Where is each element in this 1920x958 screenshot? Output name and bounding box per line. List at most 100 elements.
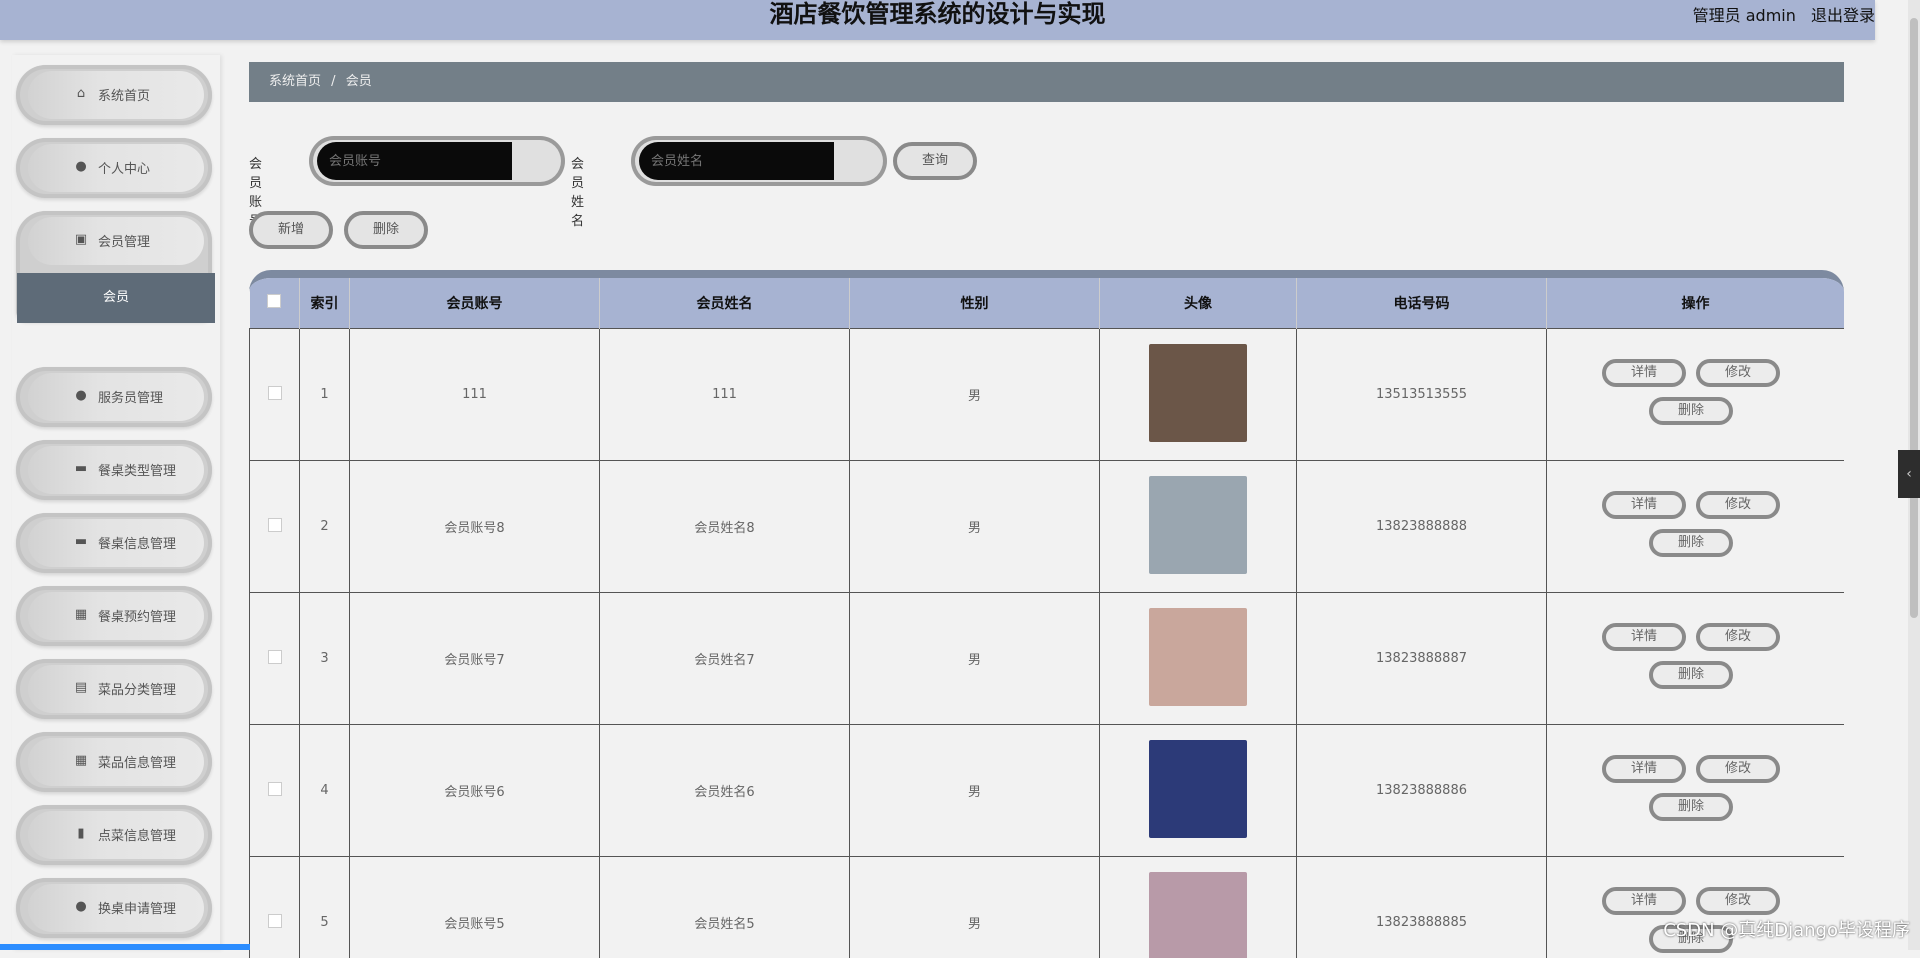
user-area: 管理员 admin 退出登录 (1683, 2, 1875, 26)
cell-phone: 13823888885 (1297, 857, 1547, 958)
detail-button[interactable]: 详情 (1602, 359, 1686, 387)
collapse-tab-icon[interactable]: ‹ (1898, 450, 1920, 498)
col-avatar: 头像 (1100, 278, 1297, 329)
cell-name: 会员姓名5 (600, 857, 850, 958)
sidebar-item-1[interactable]: ●个人中心 (16, 138, 212, 198)
sidebar-item-label: 换桌申请管理 (98, 898, 176, 917)
delete-button[interactable]: 删除 (344, 211, 428, 249)
cell-account: 会员账号5 (350, 857, 600, 958)
col-name: 会员姓名 (600, 278, 850, 329)
select-all-cell[interactable] (250, 278, 300, 329)
row-checkbox[interactable] (268, 650, 282, 664)
cell-actions: 详情修改删除 (1547, 461, 1845, 593)
row-checkbox[interactable] (268, 386, 282, 400)
sidebar-item-5[interactable]: ▬餐桌信息管理 (16, 513, 212, 573)
cell-avatar (1100, 725, 1297, 857)
row-checkbox[interactable] (268, 914, 282, 928)
cell-account: 会员账号8 (350, 461, 600, 593)
cell-index: 2 (300, 461, 350, 593)
sidebar-item-8[interactable]: ▦菜品信息管理 (16, 732, 212, 792)
scrollbar-thumb[interactable] (1910, 18, 1918, 618)
sidebar-item-3[interactable]: ● 服务员管理 (16, 367, 212, 427)
edit-button[interactable]: 修改 (1696, 755, 1780, 783)
user-icon: ● (74, 389, 88, 403)
row-delete-button[interactable]: 删除 (1649, 661, 1733, 689)
breadcrumb-home[interactable]: 系统首页 (269, 74, 321, 89)
row-select-cell[interactable] (250, 593, 300, 725)
account-input[interactable] (317, 142, 512, 180)
edit-button[interactable]: 修改 (1696, 359, 1780, 387)
member-table: 索引 会员账号 会员姓名 性别 头像 电话号码 操作 1111111男13513… (249, 270, 1844, 958)
sidebar-item-6[interactable]: ▦餐桌预约管理 (16, 586, 212, 646)
name-input[interactable] (639, 142, 834, 180)
sidebar-item-4[interactable]: ▬ 餐桌类型管理 (16, 440, 212, 500)
sidebar: ⌂ 系统首页 ●个人中心 ▣ 会员管理 ● 服务员管理 ▬ 餐桌类型管理 ▬餐桌信息管理 ▦餐桌预约… (12, 55, 220, 950)
row-delete-button[interactable]: 删除 (1649, 397, 1733, 425)
cell-actions: 详情修改删除 (1547, 329, 1845, 461)
row-delete-button[interactable]: 删除 (1649, 793, 1733, 821)
cell-actions: 详情修改删除 (1547, 857, 1845, 958)
select-all-checkbox[interactable] (267, 294, 281, 308)
sidebar-subitem-member[interactable]: 会员 (17, 273, 215, 323)
cell-avatar (1100, 857, 1297, 958)
cell-account: 111 (350, 329, 600, 461)
clipboard-icon: ▣ (74, 233, 88, 247)
edit-button[interactable]: 修改 (1696, 887, 1780, 915)
cell-phone: 13823888886 (1297, 725, 1547, 857)
cell-avatar (1100, 329, 1297, 461)
row-select-cell[interactable] (250, 461, 300, 593)
cell-name: 会员姓名7 (600, 593, 850, 725)
sidebar-item-9[interactable]: ▮ 点菜信息管理 (16, 805, 212, 865)
add-button[interactable]: 新增 (249, 211, 333, 249)
detail-button[interactable]: 详情 (1602, 623, 1686, 651)
query-button[interactable]: 查询 (893, 142, 977, 180)
sidebar-item-10[interactable]: ● 换桌申请管理 (16, 878, 212, 938)
row-checkbox[interactable] (268, 518, 282, 532)
table-row: 3会员账号7会员姓名7男13823888887详情修改删除 (250, 593, 1845, 725)
cell-index: 3 (300, 593, 350, 725)
cell-name: 会员姓名8 (600, 461, 850, 593)
sidebar-item-label: 餐桌类型管理 (98, 460, 176, 479)
top-header: 酒店餐饮管理系统的设计与实现 管理员 admin 退出登录 (0, 0, 1875, 40)
sidebar-item-label: 菜品分类管理 (98, 679, 176, 698)
detail-button[interactable]: 详情 (1602, 887, 1686, 915)
cell-phone: 13823888887 (1297, 593, 1547, 725)
cell-index: 1 (300, 329, 350, 461)
name-label: 会员姓名 (571, 153, 584, 229)
cell-avatar (1100, 461, 1297, 593)
breadcrumb-current: 会员 (346, 74, 372, 89)
row-select-cell[interactable] (250, 329, 300, 461)
table-icon: ▬ (74, 462, 88, 476)
watermark: CSDN @真纯Django毕设程序 (1663, 916, 1910, 942)
row-select-cell[interactable] (250, 725, 300, 857)
row-delete-button[interactable]: 删除 (1649, 529, 1733, 557)
sidebar-item-label: 点菜信息管理 (98, 825, 176, 844)
grid-icon: ▦ (74, 754, 88, 768)
sidebar-item-0[interactable]: ⌂ 系统首页 (16, 65, 212, 125)
sidebar-item-label: 服务员管理 (98, 387, 163, 406)
sidebar-item-label: 会员管理 (98, 231, 150, 250)
admin-label: 管理员 admin (1693, 6, 1796, 25)
logout-link[interactable]: 退出登录 (1811, 6, 1875, 25)
detail-button[interactable]: 详情 (1602, 755, 1686, 783)
edit-button[interactable]: 修改 (1696, 491, 1780, 519)
avatar (1149, 344, 1247, 442)
cell-index: 4 (300, 725, 350, 857)
breadcrumb-separator: / (331, 74, 335, 89)
page-title: 酒店餐饮管理系统的设计与实现 (0, 0, 1875, 28)
sidebar-item-7[interactable]: ▤菜品分类管理 (16, 659, 212, 719)
home-icon: ⌂ (74, 87, 88, 101)
table-row: 1111111男13513513555详情修改删除 (250, 329, 1845, 461)
user-icon: ● (74, 900, 88, 914)
detail-button[interactable]: 详情 (1602, 491, 1686, 519)
edit-button[interactable]: 修改 (1696, 623, 1780, 651)
bar-chart-icon: ▮ (74, 827, 88, 841)
user-icon: ● (74, 160, 88, 174)
avatar (1149, 740, 1247, 838)
cell-name: 会员姓名6 (600, 725, 850, 857)
sidebar-item-label: 系统首页 (98, 85, 150, 104)
table-row: 4会员账号6会员姓名6男13823888886详情修改删除 (250, 725, 1845, 857)
row-checkbox[interactable] (268, 782, 282, 796)
cell-phone: 13823888888 (1297, 461, 1547, 593)
row-select-cell[interactable] (250, 857, 300, 958)
